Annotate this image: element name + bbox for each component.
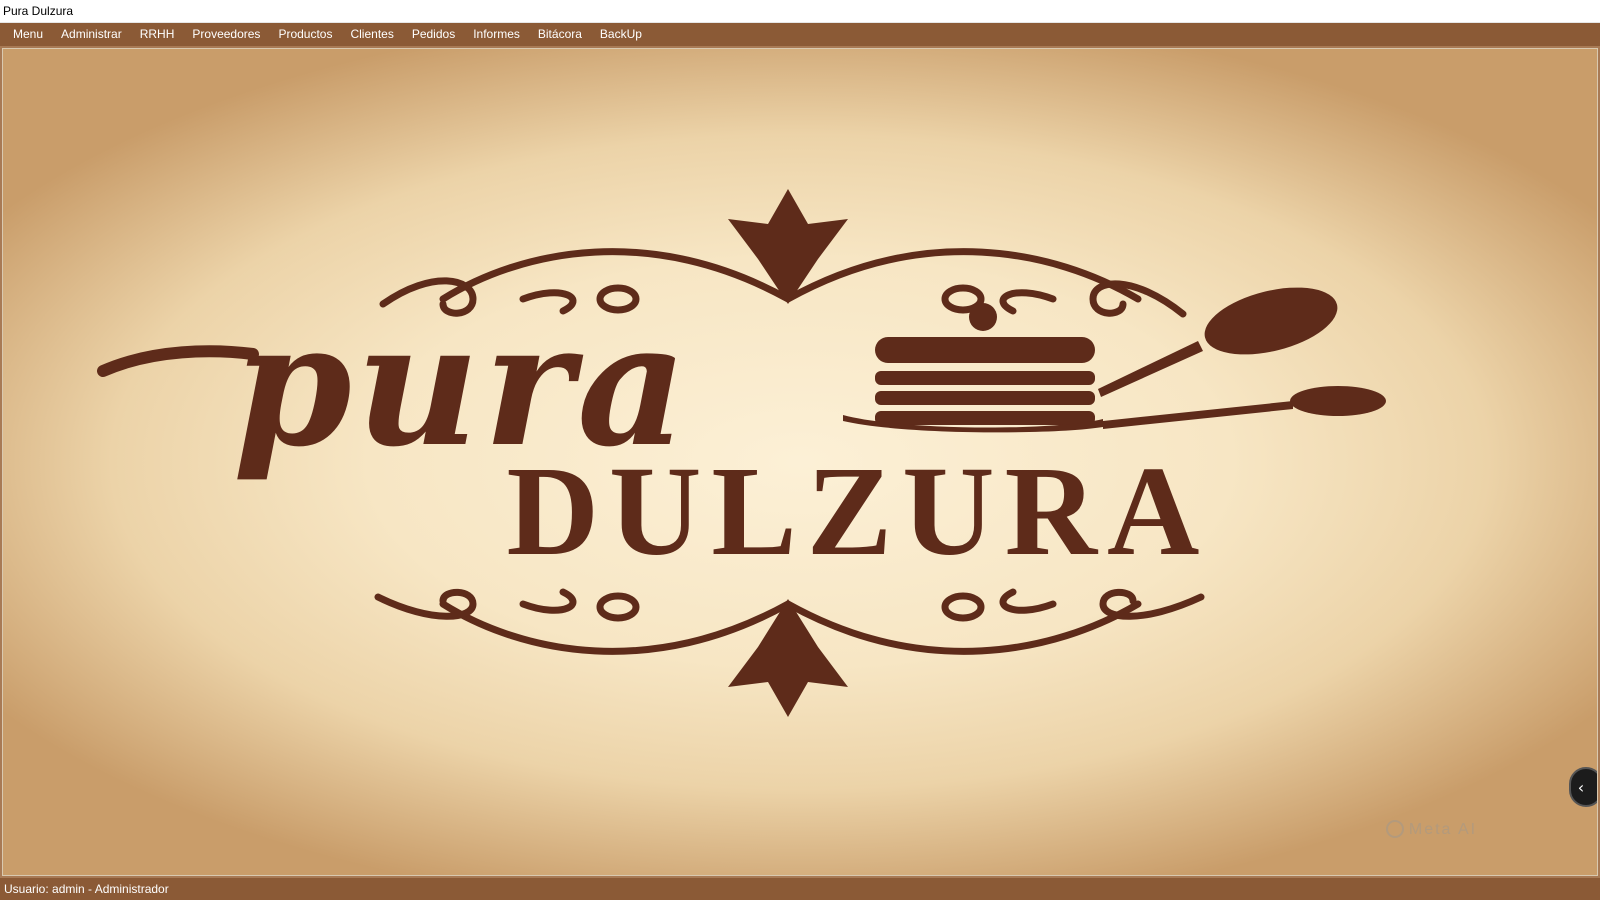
- menu-item-bitacora[interactable]: Bitácora: [529, 23, 591, 46]
- cake-icon: [843, 303, 1103, 433]
- app-window: Pura Dulzura Menu Administrar RRHH Prove…: [0, 0, 1600, 900]
- menu-item-pedidos[interactable]: Pedidos: [403, 23, 464, 46]
- logo-main-text: DULZURA: [507, 440, 1210, 582]
- title-bar: Pura Dulzura: [0, 0, 1600, 23]
- background-logo-image: pura DULZURA Meta AI ‹: [2, 48, 1598, 876]
- menu-item-rrhh[interactable]: RRHH: [131, 23, 184, 46]
- chevron-left-icon: ‹: [1577, 777, 1585, 797]
- script-swash: [97, 345, 259, 377]
- status-bar: Usuario: admin - Administrador: [0, 878, 1600, 900]
- logo-artwork: pura DULZURA Meta AI: [97, 189, 1477, 838]
- menu-item-administrar[interactable]: Administrar: [52, 23, 131, 46]
- watermark-text: Meta AI: [1409, 821, 1477, 838]
- menu-bar: Menu Administrar RRHH Proveedores Produc…: [0, 23, 1600, 46]
- menu-item-backup[interactable]: BackUp: [591, 23, 651, 46]
- menu-item-proveedores[interactable]: Proveedores: [183, 23, 269, 46]
- watermark-ring-icon: [1386, 820, 1404, 838]
- menu-item-productos[interactable]: Productos: [269, 23, 341, 46]
- window-title: Pura Dulzura: [3, 4, 74, 18]
- menu-item-clientes[interactable]: Clientes: [341, 23, 402, 46]
- bottom-fleur: [728, 599, 848, 717]
- main-content: pura DULZURA Meta AI ‹: [0, 46, 1600, 878]
- side-scroll-handle[interactable]: ‹: [1569, 767, 1597, 807]
- menu-item-menu[interactable]: Menu: [4, 23, 52, 46]
- menu-item-informes[interactable]: Informes: [464, 23, 529, 46]
- top-fleur: [728, 189, 848, 304]
- status-user-text: Usuario: admin - Administrador: [4, 882, 169, 896]
